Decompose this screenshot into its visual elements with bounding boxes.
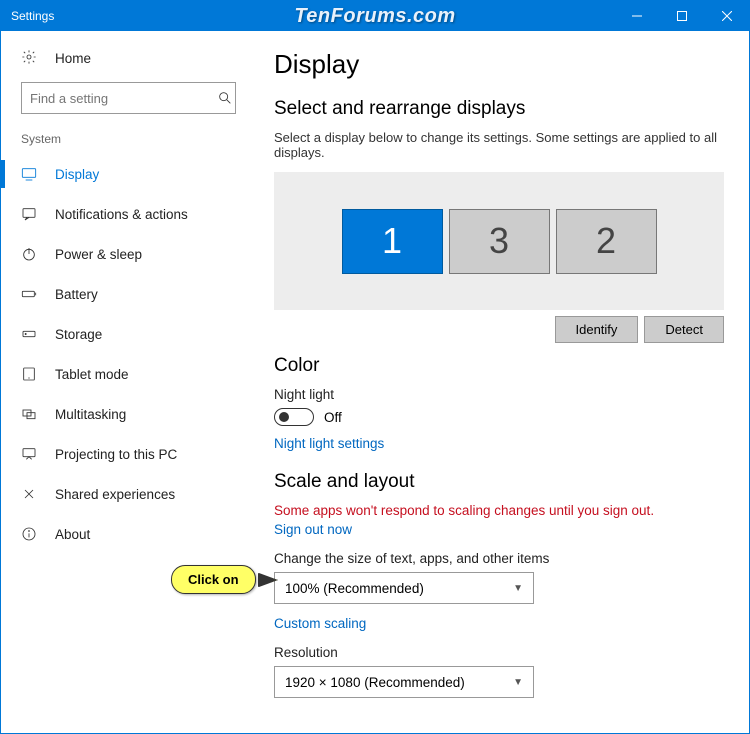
power-icon bbox=[21, 246, 37, 262]
battery-icon bbox=[21, 286, 37, 302]
color-heading: Color bbox=[274, 355, 724, 377]
identify-button[interactable]: Identify bbox=[555, 316, 639, 343]
sidebar-item-display[interactable]: Display bbox=[1, 154, 256, 194]
minimize-button[interactable] bbox=[614, 1, 659, 31]
resolution-label: Resolution bbox=[274, 645, 724, 660]
chevron-down-icon: ▼ bbox=[513, 583, 523, 594]
combo-value: 100% (Recommended) bbox=[285, 581, 424, 596]
maximize-button[interactable] bbox=[659, 1, 704, 31]
night-light-toggle[interactable]: Off bbox=[274, 408, 724, 426]
detect-button[interactable]: Detect bbox=[644, 316, 724, 343]
annotation-text: Click on bbox=[171, 565, 256, 594]
sidebar-item-label: Tablet mode bbox=[55, 367, 129, 382]
sidebar-item-label: Power & sleep bbox=[55, 247, 142, 262]
sidebar-item-label: Multitasking bbox=[55, 407, 126, 422]
sidebar-item-label: Storage bbox=[55, 327, 102, 342]
scale-heading: Scale and layout bbox=[274, 471, 724, 493]
sidebar-item-multitasking[interactable]: Multitasking bbox=[1, 394, 256, 434]
sidebar-item-power[interactable]: Power & sleep bbox=[1, 234, 256, 274]
search-icon bbox=[214, 90, 235, 106]
sidebar-item-label: Battery bbox=[55, 287, 98, 302]
toggle-state-label: Off bbox=[324, 410, 342, 425]
sidebar-item-notifications[interactable]: Notifications & actions bbox=[1, 194, 256, 234]
sidebar-item-shared[interactable]: Shared experiences bbox=[1, 474, 256, 514]
sidebar-item-about[interactable]: About bbox=[1, 514, 256, 554]
resolution-combo[interactable]: 1920 × 1080 (Recommended) ▼ bbox=[274, 666, 534, 698]
sidebar-item-tablet[interactable]: Tablet mode bbox=[1, 354, 256, 394]
search-input[interactable] bbox=[22, 91, 214, 106]
gear-icon bbox=[21, 49, 37, 68]
arrange-heading: Select and rearrange displays bbox=[274, 98, 724, 120]
arrange-help: Select a display below to change its set… bbox=[274, 130, 724, 160]
search-input-container[interactable] bbox=[21, 82, 236, 114]
sidebar-home-label: Home bbox=[55, 51, 91, 66]
annotation-tail bbox=[259, 574, 277, 586]
display-box-1[interactable]: 1 bbox=[342, 209, 443, 274]
sidebar-item-storage[interactable]: Storage bbox=[1, 314, 256, 354]
sidebar-item-projecting[interactable]: Projecting to this PC bbox=[1, 434, 256, 474]
sidebar-item-label: Display bbox=[55, 167, 99, 182]
shared-icon bbox=[21, 486, 37, 502]
annotation-callout: Click on bbox=[171, 565, 256, 594]
combo-value: 1920 × 1080 (Recommended) bbox=[285, 675, 465, 690]
page-title: Display bbox=[274, 49, 724, 80]
display-box-3[interactable]: 3 bbox=[449, 209, 550, 274]
sidebar-item-label: About bbox=[55, 527, 90, 542]
main-panel: Display Select and rearrange displays Se… bbox=[256, 31, 749, 733]
scaling-warning: Some apps won't respond to scaling chang… bbox=[274, 503, 724, 518]
text-size-label: Change the size of text, apps, and other… bbox=[274, 551, 724, 566]
text-size-combo[interactable]: 100% (Recommended) ▼ bbox=[274, 572, 534, 604]
tablet-icon bbox=[21, 366, 37, 382]
sidebar: Home System Display Notifications & acti… bbox=[1, 31, 256, 733]
notifications-icon bbox=[21, 206, 37, 222]
close-button[interactable] bbox=[704, 1, 749, 31]
about-icon bbox=[21, 526, 37, 542]
sidebar-item-label: Notifications & actions bbox=[55, 207, 188, 222]
window-title: Settings bbox=[1, 9, 54, 23]
night-light-label: Night light bbox=[274, 387, 724, 402]
sidebar-home[interactable]: Home bbox=[1, 45, 256, 82]
toggle-switch[interactable] bbox=[274, 408, 314, 426]
sign-out-now-link[interactable]: Sign out now bbox=[274, 522, 352, 537]
chevron-down-icon: ▼ bbox=[513, 677, 523, 688]
display-arrange-canvas[interactable]: 1 3 2 bbox=[274, 172, 724, 310]
sidebar-item-label: Shared experiences bbox=[55, 487, 175, 502]
titlebar: Settings TenForums.com bbox=[1, 1, 749, 31]
multitasking-icon bbox=[21, 406, 37, 422]
projecting-icon bbox=[21, 446, 37, 462]
display-icon bbox=[21, 166, 37, 182]
night-light-settings-link[interactable]: Night light settings bbox=[274, 436, 384, 451]
custom-scaling-link[interactable]: Custom scaling bbox=[274, 616, 366, 631]
storage-icon bbox=[21, 326, 37, 342]
sidebar-item-label: Projecting to this PC bbox=[55, 447, 177, 462]
sidebar-group-label: System bbox=[1, 132, 256, 154]
sidebar-item-battery[interactable]: Battery bbox=[1, 274, 256, 314]
window-controls bbox=[614, 1, 749, 31]
display-box-2[interactable]: 2 bbox=[556, 209, 657, 274]
